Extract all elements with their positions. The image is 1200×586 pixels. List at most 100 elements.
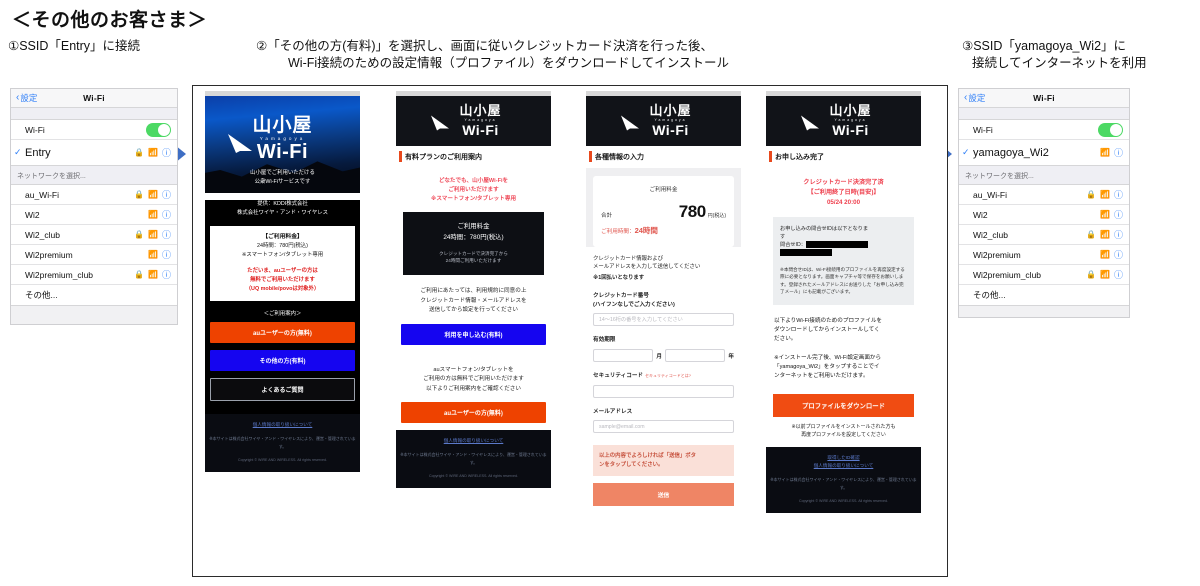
apply-button[interactable]: 利用を申し込む(有料): [401, 323, 546, 345]
network-row[interactable]: Wi2premium_club 🔒 📶 ⓘ: [11, 265, 177, 285]
cursor-arrow-icon: [801, 115, 819, 131]
privacy-link[interactable]: 個人情報の取り扱いについて: [209, 421, 356, 429]
privacy-link[interactable]: 個人情報の取り扱いについて: [400, 437, 547, 445]
faq-button[interactable]: よくあるご質問: [210, 378, 355, 401]
info-icon[interactable]: ⓘ: [1114, 268, 1123, 281]
provider-line2: 株式会社ワイヤ・アンド・ワイヤレス: [236, 210, 329, 216]
info-icon[interactable]: ⓘ: [1114, 208, 1123, 221]
wifi-toggle-switch[interactable]: [1098, 122, 1123, 137]
sidebar-item-selected-network-right[interactable]: ✓ yamagoya_Wi2 📶 ⓘ: [959, 140, 1129, 165]
instruction-line3: ださい。: [774, 335, 797, 342]
lock-icon: 🔒: [1086, 190, 1097, 199]
red-line3: ※スマートフォン/タブレット専用: [430, 196, 517, 202]
wifi-toggle-row-left[interactable]: Wi-Fi: [11, 120, 177, 140]
guide-label: ＜ご利用案内＞: [263, 311, 302, 317]
price-summary-card: ご利用料金 合計 780 円(税込) ご利用時間：24時間: [593, 176, 734, 247]
expiry-year-input[interactable]: [665, 349, 726, 362]
network-row[interactable]: au_Wi-Fi 🔒 📶 ⓘ: [959, 185, 1129, 205]
terms-line2: クレジットカード情報・メールアドレスを: [420, 297, 527, 304]
sidebar-item-selected-network-left[interactable]: ✓ Entry 🔒 📶 ⓘ: [11, 140, 177, 165]
logo-kanji: 山小屋: [459, 103, 502, 119]
screen2-red-notice: どなたでも、山小屋Wi-Fiを ご利用いただけます ※スマートフォン/タブレット…: [396, 168, 551, 212]
wifi-toggle-switch[interactable]: [146, 122, 171, 137]
info-icon[interactable]: ⓘ: [162, 228, 171, 241]
logo: 山小屋 Yamagoya Wi-Fi: [815, 104, 871, 138]
info-icon[interactable]: ⓘ: [1114, 146, 1123, 159]
price-summary-title: ご利用料金: [649, 187, 678, 193]
lock-icon: 🔒: [134, 270, 145, 279]
confirm-line2: ンをタップしてください。: [599, 461, 664, 468]
network-row[interactable]: Wi2_club 🔒 📶 ⓘ: [11, 225, 177, 245]
download-profile-button[interactable]: プロファイルをダウンロード: [773, 393, 914, 417]
year-unit-label: 年: [728, 353, 734, 360]
selected-network-label: yamagoya_Wi2: [973, 146, 1049, 159]
other-user-button[interactable]: その他の方(有料): [210, 350, 355, 371]
inquiry-id-card: お申し込みの問合せIDは以下となりま す 問合せID： ※本問合せIDは、Wi-…: [773, 217, 914, 305]
step3-line2: 接続してインターネットを利用: [972, 56, 1147, 70]
network-row[interactable]: Wi2premium_club 🔒 📶 ⓘ: [959, 265, 1129, 285]
ios-navbar-right: ‹ 設定 Wi-Fi: [959, 89, 1129, 108]
row-icons: 🔒 📶 ⓘ: [1086, 268, 1123, 281]
au-user-button[interactable]: auユーザーの方(無料): [401, 402, 546, 423]
card-number-input[interactable]: 14〜16桁の番号を入力してください: [593, 313, 734, 327]
fee-note-line1: クレジットカードで決済完了から: [439, 251, 508, 256]
post-install-line3: ンターネットをご利用いただけます。: [774, 372, 869, 379]
section-header-right: ネットワークを選択...: [959, 166, 1129, 184]
privacy-link[interactable]: 個人情報の取り扱いについて: [770, 462, 917, 470]
step2-caption: ②「その他の方(有料)」を選択し、画面に従いクレジットカード決済を行った後、 W…: [256, 38, 946, 72]
info-icon[interactable]: ⓘ: [1114, 228, 1123, 241]
network-row[interactable]: Wi2 📶 ⓘ: [11, 205, 177, 225]
network-row[interactable]: Wi2 📶 ⓘ: [959, 205, 1129, 225]
security-code-input[interactable]: [593, 384, 734, 398]
id-check-link[interactable]: 取得したID確認: [770, 454, 917, 462]
wifi-signal-icon: 📶: [148, 230, 158, 239]
fee-card: ご利用料金 24時間：780円(税込) クレジットカードで決済完了から 24時間…: [403, 212, 544, 275]
lock-icon: 🔒: [1086, 270, 1097, 279]
price-info-card: 【ご利用料金】 24時間：780円(税込) ※スマートフォン/タブレット専用 た…: [210, 226, 355, 301]
screenshot-flow-box: 山小屋 Yamagoya Wi-Fi 山小屋でご利用いただける 公衆Wi-Fiサ…: [192, 85, 948, 577]
network-row[interactable]: Wi2premium 📶 ⓘ: [11, 245, 177, 265]
row-icons: 📶 ⓘ: [148, 248, 171, 261]
wifi-signal-icon: 📶: [1100, 190, 1110, 199]
network-name: Wi2_club: [25, 229, 60, 240]
step3-caption: ③SSID「yamagoya_Wi2」に 接続してインターネットを利用: [962, 38, 1200, 72]
section-header-left: ネットワークを選択...: [11, 166, 177, 184]
logo-bar-2: 山小屋 Yamagoya Wi-Fi: [396, 96, 551, 146]
security-code-hint-link[interactable]: セキュリティコードとは?: [645, 373, 691, 378]
step2-line2: Wi-Fi接続のための設定情報（プロファイル）をダウンロードしてインストール: [288, 56, 730, 70]
row-icons: 📶 ⓘ: [148, 208, 171, 221]
au-user-button[interactable]: auユーザーの方(無料): [210, 322, 355, 343]
info-icon[interactable]: ⓘ: [162, 268, 171, 281]
network-row[interactable]: その他...: [959, 285, 1129, 305]
copyright-text: Copyright © WIRE AND WIRELESS. All right…: [429, 474, 518, 478]
au-note-line1: auスマートフォン/タブレットを: [433, 366, 514, 373]
info-icon[interactable]: ⓘ: [1114, 248, 1123, 261]
screen2-title: 有料プランのご利用案内: [396, 146, 551, 168]
row-icons: 📶 ⓘ: [1100, 248, 1123, 261]
row-icons: 📶 ⓘ: [1100, 208, 1123, 221]
expiry-month-input[interactable]: [593, 349, 654, 362]
logo-bar-3: 山小屋 Yamagoya Wi-Fi: [586, 96, 741, 146]
license-text: ※本サイトは株式会社ワイヤ・アンド・ワイヤレスにより、運営・管理されています。: [400, 452, 547, 465]
wifi-toggle-row-right[interactable]: Wi-Fi: [959, 120, 1129, 140]
cursor-arrow-icon: [431, 115, 449, 131]
wifi-signal-icon: 📶: [1100, 230, 1110, 239]
info-icon[interactable]: ⓘ: [162, 248, 171, 261]
step1-caption: ①SSID「Entry」に接続: [8, 39, 141, 53]
network-row[interactable]: au_Wi-Fi 🔒 📶 ⓘ: [11, 185, 177, 205]
info-icon[interactable]: ⓘ: [162, 146, 171, 159]
info-icon[interactable]: ⓘ: [162, 208, 171, 221]
row-icons: 🔒 📶 ⓘ: [134, 188, 171, 201]
instruction-line2: ダウンロードしてからインストールしてく: [774, 326, 880, 333]
post-install-line1: ※インストール完了後、Wi-Fi設定画面から: [774, 354, 882, 361]
step3-line1: ③SSID「yamagoya_Wi2」に: [962, 39, 1127, 53]
reinstall-note: ※以前プロファイルをインストールされた方も 再度プロファイルを設定してください: [766, 417, 921, 447]
check-icon: ✓: [962, 147, 970, 157]
info-icon[interactable]: ⓘ: [162, 188, 171, 201]
submit-button[interactable]: 送信: [593, 483, 734, 507]
email-input[interactable]: sample@email.com: [593, 420, 734, 434]
network-row[interactable]: Wi2_club 🔒 📶 ⓘ: [959, 225, 1129, 245]
network-row[interactable]: その他...: [11, 285, 177, 305]
network-row[interactable]: Wi2premium 📶 ⓘ: [959, 245, 1129, 265]
info-icon[interactable]: ⓘ: [1114, 188, 1123, 201]
